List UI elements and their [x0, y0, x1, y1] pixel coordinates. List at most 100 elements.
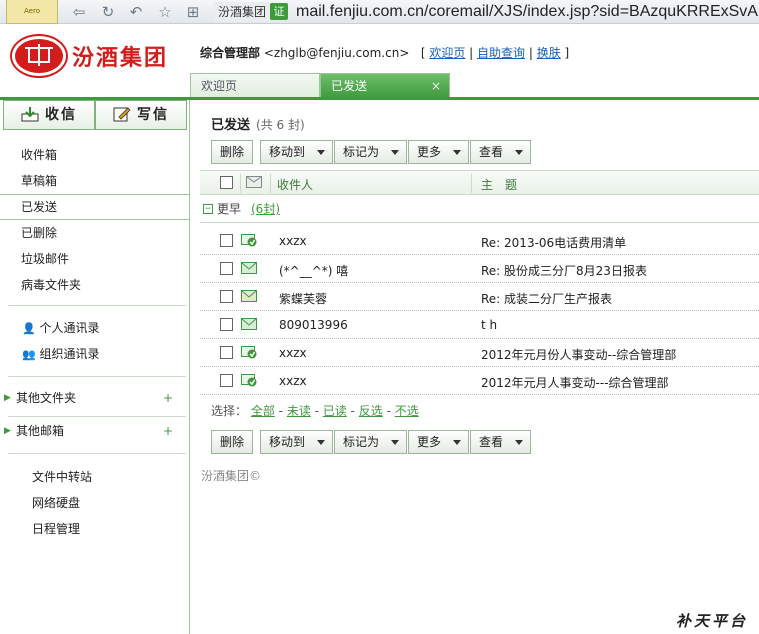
row-checkbox[interactable]	[220, 318, 233, 331]
subject[interactable]: 2012年元月人事变动---综合管理部	[481, 374, 669, 391]
selection-prefix: 选择：	[211, 404, 248, 418]
tab-sent[interactable]: 已发送 ×	[320, 73, 450, 98]
mail-reply-icon	[241, 374, 257, 387]
group-label: 更早	[217, 202, 242, 216]
mail-reply-icon	[241, 346, 257, 359]
subject-column-header[interactable]: 主 题	[481, 176, 517, 193]
self-query-link[interactable]: 自助查询	[477, 46, 525, 60]
close-icon[interactable]: ×	[431, 74, 441, 99]
move-to-button[interactable]: 移动到	[260, 140, 333, 164]
sidebar-item-label: 其他邮箱	[16, 424, 65, 438]
button-label: 移动到	[269, 435, 306, 449]
apps-icon[interactable]: ⊞	[184, 3, 202, 21]
mark-as-button[interactable]: 标记为	[334, 140, 407, 164]
row-checkbox[interactable]	[220, 234, 233, 247]
browser-tab-thumbnail[interactable]: Aero	[6, 0, 58, 24]
group-count-link[interactable]: (6封)	[251, 199, 280, 219]
sidebar-item-label: 其他文件夹	[16, 391, 77, 405]
change-skin-link[interactable]: 换肤	[537, 46, 561, 60]
recipient[interactable]: 紫蝶芙蓉	[279, 290, 327, 307]
certificate-icon[interactable]: 证	[270, 3, 288, 20]
copyright-text: 汾酒集团©	[201, 469, 262, 483]
select-unread-link[interactable]: 未读	[287, 404, 311, 418]
table-row[interactable]: (*^__^*) 嘻 Re: 股份成三分厂8月23日报表	[200, 255, 759, 283]
recipient-column-header[interactable]: 收件人	[277, 176, 313, 193]
move-to-button[interactable]: 移动到	[260, 430, 333, 454]
back-icon[interactable]: ⇦	[70, 3, 88, 21]
sidebar-item-deleted[interactable]: 已删除	[0, 221, 189, 245]
table-row[interactable]: xxzx 2012年元月份人事变动--综合管理部	[200, 339, 759, 367]
chevron-down-icon	[515, 150, 523, 155]
collapse-icon[interactable]: −	[203, 204, 213, 214]
sidebar-item-network-disk[interactable]: 网络硬盘	[0, 491, 189, 515]
select-read-link[interactable]: 已读	[323, 404, 347, 418]
table-row[interactable]: xxzx 2012年元月人事变动---综合管理部	[200, 367, 759, 395]
sidebar-item-org-contacts[interactable]: 👥 组织通讯录	[0, 342, 189, 366]
expand-arrow-icon[interactable]: ▶	[4, 420, 11, 442]
recipient[interactable]: xxzx	[279, 346, 307, 360]
mail-sent-icon	[241, 262, 257, 274]
mark-as-button[interactable]: 标记为	[334, 430, 407, 454]
table-row[interactable]: xxzx Re: 2013-06电话费用清单	[200, 227, 759, 255]
delete-button[interactable]: 删除	[211, 140, 253, 164]
more-button[interactable]: 更多	[408, 140, 469, 164]
address-bar[interactable]: mail.fenjiu.com.cn/coremail/XJS/index.js…	[296, 0, 759, 24]
compose-button[interactable]: 写信	[95, 100, 187, 130]
company-logo: 汾酒集团	[12, 36, 182, 76]
sidebar-item-drafts[interactable]: 草稿箱	[0, 169, 189, 193]
recipient[interactable]: (*^__^*) 嘻	[279, 262, 348, 279]
add-folder-icon[interactable]: +	[163, 387, 173, 409]
undo-icon[interactable]: ↶	[127, 3, 145, 21]
folder-count: (共 6 封)	[256, 118, 305, 132]
reload-icon[interactable]: ↻	[99, 3, 117, 21]
sidebar-item-spam[interactable]: 垃圾邮件	[0, 247, 189, 271]
subject[interactable]: Re: 股份成三分厂8月23日报表	[481, 262, 647, 279]
add-mailbox-icon[interactable]: +	[163, 420, 173, 442]
recipient[interactable]: 809013996	[279, 318, 348, 332]
select-none-link[interactable]: 不选	[395, 404, 419, 418]
select-all-checkbox[interactable]	[220, 176, 233, 189]
sidebar-item-inbox[interactable]: 收件箱	[0, 143, 189, 167]
select-all-link[interactable]: 全部	[251, 404, 275, 418]
user-name: 综合管理部	[200, 46, 261, 60]
view-button[interactable]: 查看	[470, 430, 531, 454]
recipient[interactable]: xxzx	[279, 234, 307, 248]
table-row[interactable]: 809013996 t h	[200, 311, 759, 339]
compose-icon	[113, 107, 131, 122]
button-label: 标记为	[343, 435, 380, 449]
subject[interactable]: Re: 2013-06电话费用清单	[481, 234, 626, 251]
select-invert-link[interactable]: 反选	[359, 404, 383, 418]
table-row[interactable]: 紫蝶芙蓉 Re: 成装二分厂生产报表	[200, 283, 759, 311]
receive-button[interactable]: 收信	[3, 100, 95, 130]
sidebar-item-personal-contacts[interactable]: 👤 个人通讯录	[0, 316, 189, 340]
sidebar-item-file-transfer[interactable]: 文件中转站	[0, 465, 189, 489]
sidebar-item-calendar[interactable]: 日程管理	[0, 517, 189, 541]
subject[interactable]: 2012年元月份人事变动--综合管理部	[481, 346, 676, 363]
subject[interactable]: Re: 成装二分厂生产报表	[481, 290, 612, 307]
folder-name: 已发送	[211, 118, 251, 133]
site-identity[interactable]: 汾酒集团	[214, 2, 271, 22]
row-checkbox[interactable]	[220, 262, 233, 275]
row-checkbox[interactable]	[220, 290, 233, 303]
more-button[interactable]: 更多	[408, 430, 469, 454]
expand-arrow-icon[interactable]: ▶	[4, 387, 11, 409]
recipient[interactable]: xxzx	[279, 374, 307, 388]
star-icon[interactable]: ☆	[156, 3, 174, 21]
tab-welcome[interactable]: 欢迎页	[190, 73, 320, 98]
watermark-text: 补天平台	[676, 612, 749, 630]
column-divider	[471, 174, 472, 193]
sidebar-item-virus[interactable]: 病毒文件夹	[0, 273, 189, 297]
user-email: <zhglb@fenjiu.com.cn>	[263, 46, 410, 60]
sidebar-item-other-mailboxes[interactable]: ▶ 其他邮箱 +	[0, 420, 189, 442]
receive-icon	[21, 107, 39, 122]
delete-button[interactable]: 删除	[211, 430, 253, 454]
subject[interactable]: t h	[481, 318, 497, 332]
chevron-down-icon	[317, 440, 325, 445]
sidebar-divider	[8, 305, 186, 306]
sidebar-item-other-folders[interactable]: ▶ 其他文件夹 +	[0, 387, 189, 409]
view-button[interactable]: 查看	[470, 140, 531, 164]
row-checkbox[interactable]	[220, 374, 233, 387]
row-checkbox[interactable]	[220, 346, 233, 359]
sidebar-item-sent[interactable]: 已发送	[0, 194, 189, 220]
welcome-link[interactable]: 欢迎页	[429, 46, 465, 60]
